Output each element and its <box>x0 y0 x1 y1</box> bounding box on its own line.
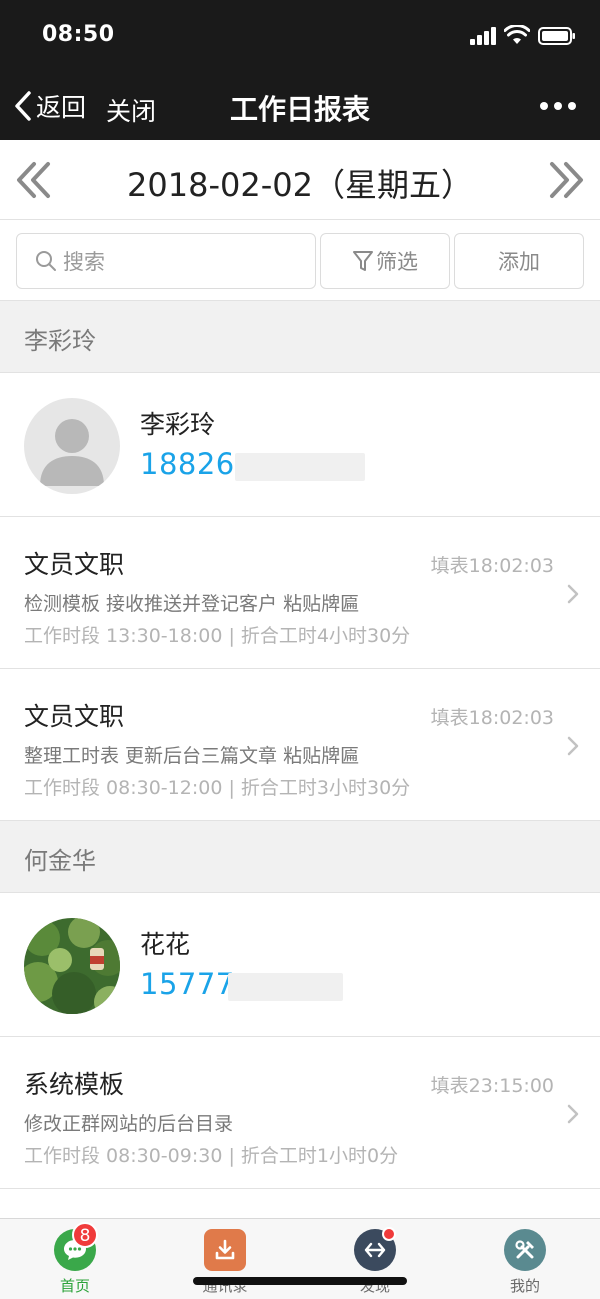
report-entry[interactable]: 文员文职 填表18:02:03 整理工时表 更新后台三篇文章 粘贴牌匾 工作时段… <box>0 669 600 821</box>
entry-meta: 工作时段 08:30-12:00 | 折合工时3小时30分 <box>24 777 411 799</box>
default-avatar-icon <box>24 398 120 494</box>
more-dot-icon <box>540 102 548 110</box>
chevron-right-icon <box>567 1104 579 1124</box>
person-phone[interactable]: 18826 <box>140 447 235 481</box>
report-entry[interactable]: 文员文职 填表18:02:03 检测模板 接收推送并登记客户 粘贴牌匾 工作时段… <box>0 517 600 669</box>
filter-button[interactable]: 筛选 <box>320 233 450 289</box>
toolbar: 搜索 筛选 添加 <box>0 221 600 301</box>
group-header-label: 李彩玲 <box>24 327 96 355</box>
status-time: 08:50 <box>42 22 115 47</box>
entry-title: 文员文职 <box>24 702 125 731</box>
back-label: 返回 <box>36 93 87 122</box>
search-icon <box>36 251 56 271</box>
tab-label: 我的 <box>509 1277 540 1295</box>
tab-home[interactable]: 8 首页 <box>0 1219 150 1299</box>
avatar <box>24 398 120 494</box>
nav-bar: 返回 关闭 工作日报表 <box>0 72 600 140</box>
entry-meta: 工作时段 08:30-09:30 | 折合工时1小时0分 <box>24 1145 399 1167</box>
search-placeholder: 搜索 <box>63 250 105 274</box>
entry-title: 文员文职 <box>24 550 125 579</box>
unread-badge: 8 <box>72 1222 98 1248</box>
more-dot-icon <box>568 102 576 110</box>
current-date: 2018-02-02（星期五） <box>127 166 473 204</box>
person-card[interactable]: 李彩玲 18826 <box>0 373 600 517</box>
signal-icon <box>470 27 496 45</box>
tab-discover[interactable]: 发现 <box>300 1219 450 1299</box>
tab-contacts[interactable]: 通讯录 <box>150 1219 300 1299</box>
entry-description: 整理工时表 更新后台三篇文章 粘贴牌匾 <box>24 745 360 767</box>
entry-time: 填表23:15:00 <box>430 1075 554 1097</box>
group-header: 何金华 <box>0 821 600 893</box>
group-header-label: 何金华 <box>24 847 96 875</box>
home-indicator <box>193 1277 407 1285</box>
plant-photo-avatar-icon <box>24 918 120 1014</box>
chevron-right-icon <box>567 584 579 604</box>
more-dot-icon <box>554 102 562 110</box>
redacted-phone-digits <box>235 453 365 481</box>
close-button[interactable]: 关闭 <box>106 92 156 128</box>
person-phone[interactable]: 15777 <box>140 967 235 1001</box>
person-card[interactable]: 花花 15777 <box>0 893 600 1037</box>
entry-meta: 工作时段 13:30-18:00 | 折合工时4小时30分 <box>24 625 411 647</box>
entry-description: 修改正群网站的后台目录 <box>24 1113 234 1135</box>
filter-label: 筛选 <box>376 250 418 274</box>
tab-bar: 8 首页 通讯录 发现 我的 <box>0 1218 600 1299</box>
notification-dot <box>382 1227 396 1241</box>
entry-title: 系统模板 <box>24 1070 125 1099</box>
back-button[interactable]: 返回 <box>14 90 86 122</box>
date-navigator: 2018-02-02（星期五） <box>0 140 600 220</box>
entry-time: 填表18:02:03 <box>430 555 554 577</box>
search-input[interactable]: 搜索 <box>16 233 316 289</box>
battery-icon <box>538 27 575 45</box>
chevron-left-icon <box>15 91 31 121</box>
person-name: 李彩玲 <box>140 410 216 439</box>
download-icon <box>204 1229 246 1271</box>
page-title: 工作日报表 <box>229 93 370 126</box>
chevron-right-icon <box>567 736 579 756</box>
filter-icon <box>353 251 373 271</box>
person-name: 花花 <box>140 930 191 959</box>
tools-icon <box>504 1229 546 1271</box>
entry-time: 填表18:02:03 <box>430 707 554 729</box>
group-header: 李彩玲 <box>0 301 600 373</box>
redacted-phone-digits <box>228 973 343 1001</box>
tab-label: 首页 <box>59 1277 90 1295</box>
more-options-button[interactable] <box>540 102 576 110</box>
tab-mine[interactable]: 我的 <box>450 1219 600 1299</box>
status-bar: 08:50 <box>0 0 600 72</box>
next-day-button[interactable] <box>546 158 586 202</box>
report-entry[interactable]: 系统模板 填表23:15:00 修改正群网站的后台目录 工作时段 08:30-0… <box>0 1037 600 1189</box>
wifi-icon <box>504 25 530 44</box>
add-button[interactable]: 添加 <box>454 233 584 289</box>
entry-description: 检测模板 接收推送并登记客户 粘贴牌匾 <box>24 593 360 615</box>
avatar <box>24 918 120 1014</box>
